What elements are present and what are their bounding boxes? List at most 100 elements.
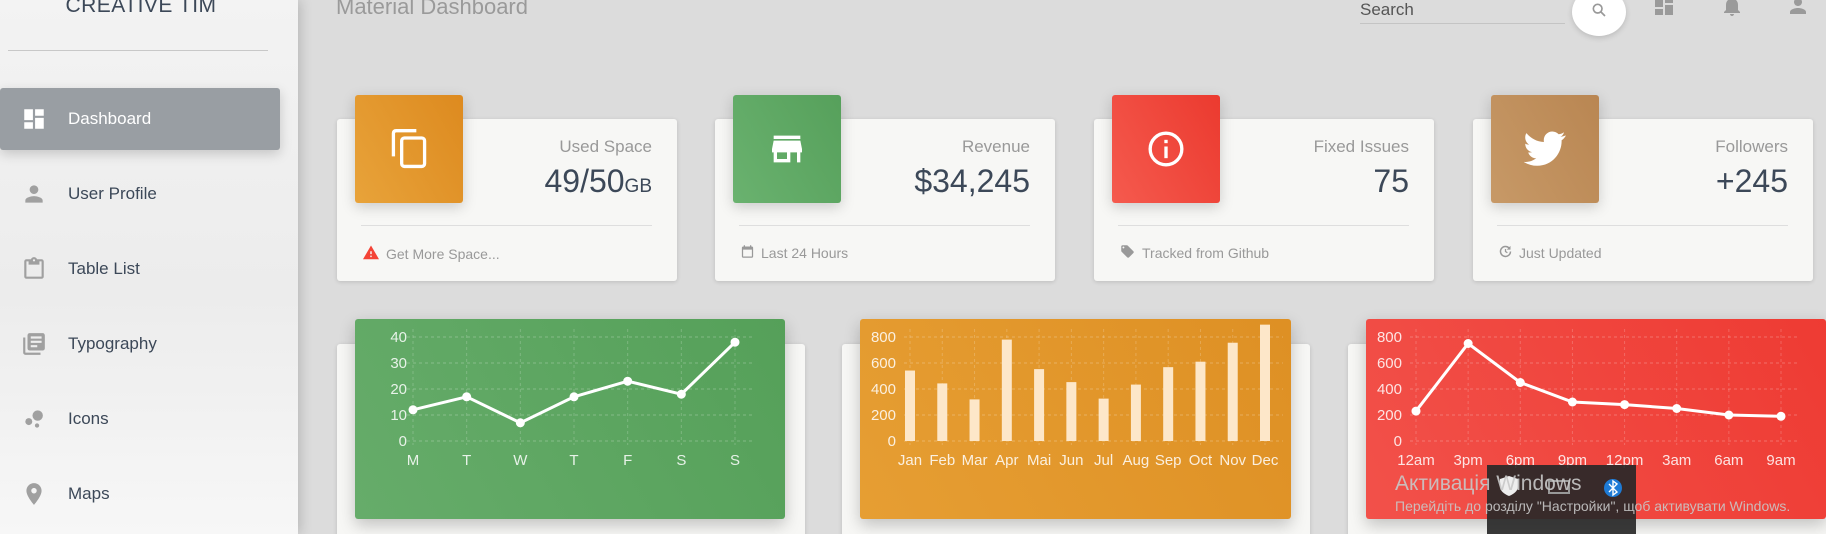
- search-button[interactable]: [1572, 0, 1626, 36]
- data-point: [1776, 411, 1786, 421]
- stat-card-fixed-issues: Fixed Issues 75 Tracked from Github: [1094, 95, 1434, 281]
- x-tick-label: Aug: [1123, 452, 1150, 469]
- search-input[interactable]: [1360, 0, 1565, 22]
- calendar-icon: [740, 244, 755, 262]
- y-tick-label: 10: [390, 407, 407, 424]
- store-icon: [733, 95, 841, 203]
- x-tick-label: Nov: [1219, 452, 1246, 469]
- bar: [1130, 384, 1141, 441]
- x-tick-label: S: [676, 452, 686, 469]
- y-tick-label: 200: [871, 407, 896, 424]
- stat-card-used-space: Used Space 49/50GB Get More Space...: [337, 95, 677, 281]
- search-field: [1360, 0, 1565, 24]
- brand-divider: [8, 50, 268, 51]
- sidebar-item-label: Typography: [68, 334, 157, 353]
- bar: [1163, 367, 1174, 441]
- stat-value: 49/50GB: [544, 163, 652, 199]
- x-tick-label: Feb: [929, 452, 955, 469]
- stat-category: Followers: [1715, 137, 1788, 156]
- x-tick-label: W: [513, 452, 528, 469]
- bar: [1260, 324, 1270, 441]
- stat-category: Fixed Issues: [1313, 137, 1409, 156]
- series-line: [1414, 341, 1782, 418]
- data-point: [623, 376, 633, 386]
- bar: [969, 399, 980, 441]
- x-tick-label: 12am: [1397, 452, 1435, 469]
- warning-icon: [362, 244, 380, 263]
- bar: [1066, 382, 1077, 441]
- x-tick-label: T: [462, 452, 471, 469]
- sidebar-item-maps[interactable]: Maps: [0, 463, 280, 525]
- stat-footer: Just Updated: [1498, 244, 1602, 262]
- page-title[interactable]: Material Dashboard: [336, 0, 528, 20]
- sidebar-item-label: Dashboard: [68, 109, 152, 128]
- x-tick-label: F: [623, 452, 632, 469]
- sidebar-item-dashboard[interactable]: Dashboard: [0, 88, 280, 150]
- x-tick-label: Jan: [898, 452, 922, 469]
- data-point: [515, 418, 525, 428]
- data-point: [1724, 410, 1734, 420]
- data-point: [1672, 404, 1682, 413]
- stat-category: Used Space: [559, 137, 652, 156]
- location-pin-icon: [0, 481, 68, 507]
- info-icon: [1112, 95, 1220, 203]
- stat-value: +245: [1715, 163, 1788, 199]
- x-tick-label: 3pm: [1454, 452, 1483, 469]
- card-divider: [361, 225, 652, 226]
- notifications-icon[interactable]: [1720, 0, 1744, 18]
- stat-value: 75: [1373, 163, 1409, 199]
- y-tick-label: 400: [1377, 381, 1402, 398]
- search-icon: [1591, 2, 1607, 23]
- brand-logo[interactable]: CREATIVE TIM: [0, 0, 282, 18]
- sidebar-item-table-list[interactable]: Table List: [0, 238, 280, 300]
- content-copy-icon: [355, 95, 463, 203]
- data-point: [730, 337, 740, 347]
- y-tick-label: 200: [1377, 407, 1402, 424]
- x-tick-label: Apr: [995, 452, 1018, 469]
- y-tick-label: 800: [871, 329, 896, 346]
- card-divider: [1118, 225, 1409, 226]
- data-point: [1463, 339, 1473, 348]
- stat-card-revenue: Revenue $34,245 Last 24 Hours: [715, 95, 1055, 281]
- bar: [1001, 339, 1012, 441]
- stat-footer-text: Last 24 Hours: [761, 245, 849, 261]
- person-icon: [0, 181, 68, 207]
- stat-card-followers: Followers +245 Just Updated: [1473, 95, 1813, 281]
- stat-footer-text: Tracked from Github: [1142, 245, 1270, 261]
- stat-value: $34,245: [914, 163, 1030, 199]
- activation-title: Активація Windows: [1395, 472, 1582, 495]
- x-tick-label: Jul: [1094, 452, 1113, 469]
- clipboard-icon: [0, 256, 68, 282]
- bar: [1195, 361, 1206, 441]
- x-tick-label: Sep: [1155, 452, 1182, 469]
- sidebar-item-typography[interactable]: Typography: [0, 313, 280, 375]
- card-divider: [739, 225, 1030, 226]
- sidebar-item-user-profile[interactable]: User Profile: [0, 163, 280, 225]
- bar: [1227, 342, 1238, 441]
- dashboard-icon[interactable]: [1652, 0, 1676, 18]
- update-icon: [1498, 244, 1513, 262]
- person-icon[interactable]: [1786, 0, 1810, 18]
- sidebar-item-label: Icons: [68, 409, 109, 428]
- sidebar-nav: Dashboard User Profile Table List Typogr…: [0, 88, 298, 534]
- stat-footer-text: Just Updated: [1519, 245, 1602, 261]
- x-tick-label: T: [569, 452, 578, 469]
- x-tick-label: S: [730, 452, 740, 469]
- y-tick-label: 800: [1377, 329, 1402, 346]
- bar: [937, 383, 948, 441]
- x-tick-label: 9am: [1766, 452, 1795, 469]
- y-tick-label: 0: [399, 433, 407, 450]
- x-tick-label: M: [407, 452, 420, 469]
- data-point: [569, 392, 579, 402]
- bubble-chart-icon: [0, 406, 68, 432]
- y-tick-label: 40: [390, 329, 407, 346]
- y-tick-label: 400: [871, 381, 896, 398]
- y-tick-label: 0: [1394, 433, 1402, 450]
- data-point: [1515, 378, 1525, 387]
- sidebar-item-icons[interactable]: Icons: [0, 388, 280, 450]
- stat-category: Revenue: [961, 137, 1030, 156]
- get-more-space-link[interactable]: Get More Space...: [386, 246, 500, 262]
- dashboard-icon: [0, 106, 68, 132]
- line-chart: 0 10 20 30 40 M T W T F S S: [390, 329, 753, 469]
- bar: [1098, 398, 1109, 441]
